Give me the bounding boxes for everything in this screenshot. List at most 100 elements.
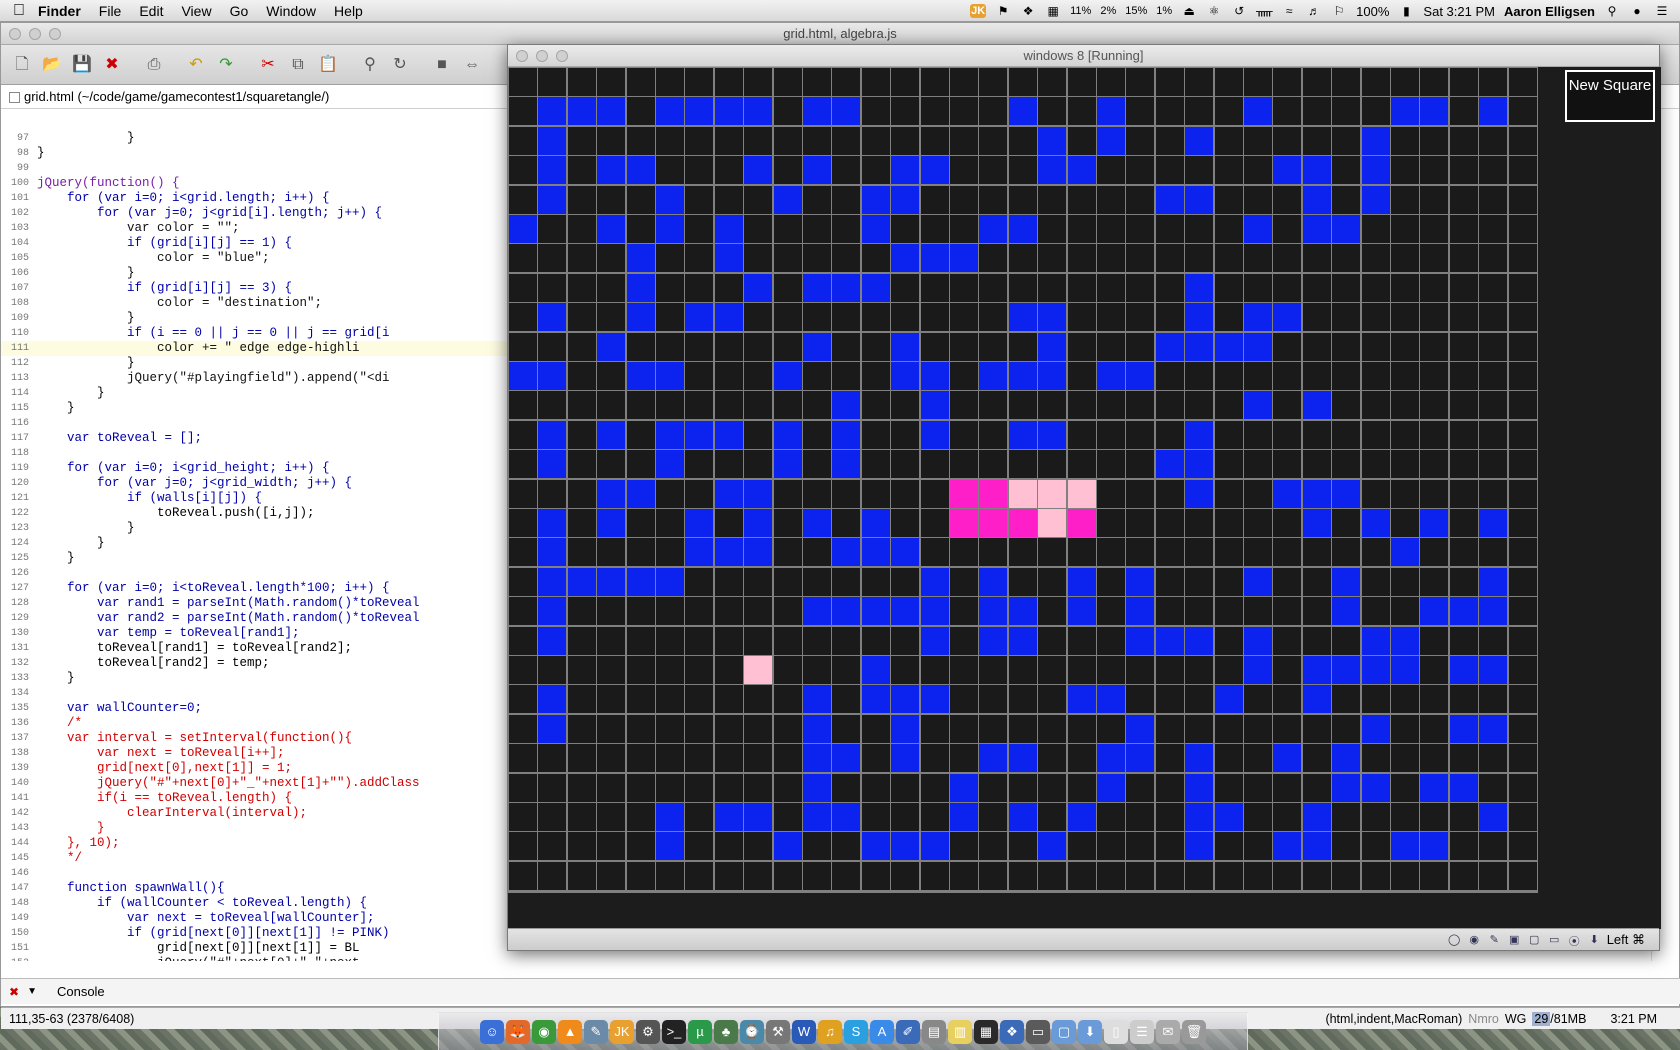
grid-cell[interactable]	[1302, 68, 1331, 96]
grid-cell[interactable]	[744, 626, 773, 655]
grid-cell[interactable]	[1185, 656, 1214, 684]
grid-cell[interactable]	[1449, 479, 1478, 508]
grid-cell[interactable]	[1038, 597, 1067, 626]
grid-cell[interactable]	[1008, 479, 1037, 508]
grid-cell[interactable]	[1126, 303, 1155, 332]
grid-cell[interactable]	[1449, 656, 1478, 684]
grid-cell[interactable]	[597, 803, 626, 831]
grid-cell[interactable]	[538, 332, 567, 361]
grid-cell[interactable]	[1273, 538, 1302, 567]
grid-cell[interactable]	[744, 744, 773, 773]
grid-cell[interactable]	[773, 744, 802, 773]
code-line[interactable]: 118	[1, 446, 511, 461]
grid-cell[interactable]	[1214, 244, 1243, 273]
grid-cell[interactable]	[597, 832, 626, 861]
grid-cell[interactable]	[685, 714, 714, 743]
grid-cell[interactable]	[626, 303, 655, 332]
grid-cell[interactable]	[1155, 303, 1184, 332]
open-icon[interactable]: 📂	[39, 52, 65, 78]
grid-cell[interactable]	[1038, 362, 1067, 390]
grid-cell[interactable]	[920, 479, 949, 508]
grid-cell[interactable]	[1391, 685, 1419, 714]
list-icon[interactable]: ☰	[1130, 1019, 1154, 1044]
grid-cell[interactable]	[685, 362, 714, 390]
grid-cell[interactable]	[891, 773, 920, 802]
grid-cell[interactable]	[773, 656, 802, 684]
grid-cell[interactable]	[1038, 215, 1067, 243]
grid-cell[interactable]	[1008, 509, 1037, 537]
grid-cell[interactable]	[861, 626, 890, 655]
undo-icon[interactable]: ↶	[183, 52, 209, 78]
grid-cell[interactable]	[567, 744, 596, 773]
grid-cell[interactable]	[714, 273, 743, 302]
notification-list-icon[interactable]: ☰	[1654, 4, 1670, 18]
grid-cell[interactable]	[832, 126, 861, 155]
grid-cell[interactable]	[950, 391, 978, 420]
grid-cell[interactable]	[1214, 450, 1243, 479]
code-line[interactable]: 132 toReveal[rand2] = temp;	[1, 656, 511, 671]
grid-cell[interactable]	[1214, 861, 1243, 890]
grid-cell[interactable]	[1361, 803, 1390, 831]
grid-cell[interactable]	[597, 773, 626, 802]
grid-cell[interactable]	[1155, 656, 1184, 684]
grid-cell[interactable]	[773, 215, 802, 243]
grid-cell[interactable]	[714, 215, 743, 243]
grid-cell[interactable]	[744, 803, 773, 831]
grid-cell[interactable]	[626, 538, 655, 567]
code-line[interactable]: 151 grid[next[0]][next[1]] = BL	[1, 941, 511, 956]
grid-cell[interactable]	[685, 68, 714, 96]
grid-cell[interactable]	[509, 803, 537, 831]
grid-cell[interactable]	[567, 656, 596, 684]
grid-cell[interactable]	[1508, 420, 1537, 449]
grid-cell[interactable]	[979, 420, 1008, 449]
grid-cell[interactable]	[1008, 362, 1037, 390]
grid-cell[interactable]	[626, 215, 655, 243]
grid-cell[interactable]	[1273, 714, 1302, 743]
grid-cell[interactable]	[979, 685, 1008, 714]
grid-cell[interactable]	[1097, 126, 1125, 155]
grid-cell[interactable]	[1244, 362, 1272, 390]
grid-cell[interactable]	[1185, 714, 1214, 743]
grid-cell[interactable]	[538, 626, 567, 655]
grid-cell[interactable]	[538, 362, 567, 390]
grid-cell[interactable]	[685, 861, 714, 890]
grid-cell[interactable]	[1302, 450, 1331, 479]
grid-cell[interactable]	[626, 656, 655, 684]
grid-cell[interactable]	[1273, 156, 1302, 185]
grid-cell[interactable]	[567, 185, 596, 214]
word-icon[interactable]: W	[792, 1019, 816, 1044]
chrome-icon[interactable]: ◉	[532, 1019, 556, 1044]
grid-cell[interactable]	[1155, 156, 1184, 185]
code-line[interactable]: 141 if(i == toReveal.length) {	[1, 791, 511, 806]
grid-cell[interactable]	[950, 97, 978, 126]
grid-cell[interactable]	[567, 273, 596, 302]
grid-cell[interactable]	[920, 303, 949, 332]
grid-cell[interactable]	[567, 332, 596, 361]
grid-cell[interactable]	[1038, 273, 1067, 302]
grid-cell[interactable]	[714, 156, 743, 185]
grid-cell[interactable]	[950, 567, 978, 596]
grid-cell[interactable]	[744, 215, 773, 243]
grid-cell[interactable]	[714, 97, 743, 126]
vm-zoom-button[interactable]	[556, 50, 568, 62]
grid-cell[interactable]	[1155, 509, 1184, 537]
grid-cell[interactable]	[1126, 861, 1155, 890]
grid-cell[interactable]	[626, 244, 655, 273]
bluetooth-icon[interactable]: ᚅ	[1256, 4, 1272, 18]
code-line[interactable]: 119 for (var i=0; i<grid_height; i++) {	[1, 461, 511, 476]
grid-cell[interactable]	[832, 744, 861, 773]
grid-cell[interactable]	[538, 538, 567, 567]
grid-cell[interactable]	[744, 68, 773, 96]
grid-cell[interactable]	[950, 714, 978, 743]
grid-cell[interactable]	[1391, 509, 1419, 537]
grid-cell[interactable]	[1449, 391, 1478, 420]
grid-cell[interactable]	[597, 332, 626, 361]
grid-cell[interactable]	[1508, 626, 1537, 655]
grid-cell[interactable]	[1449, 156, 1478, 185]
grid-cell[interactable]	[1479, 68, 1508, 96]
code-line[interactable]: 147 function spawnWall(){	[1, 881, 511, 896]
grid-cell[interactable]	[1273, 744, 1302, 773]
grid-cell[interactable]	[626, 362, 655, 390]
grid-cell[interactable]	[1126, 626, 1155, 655]
grid-cell[interactable]	[920, 156, 949, 185]
